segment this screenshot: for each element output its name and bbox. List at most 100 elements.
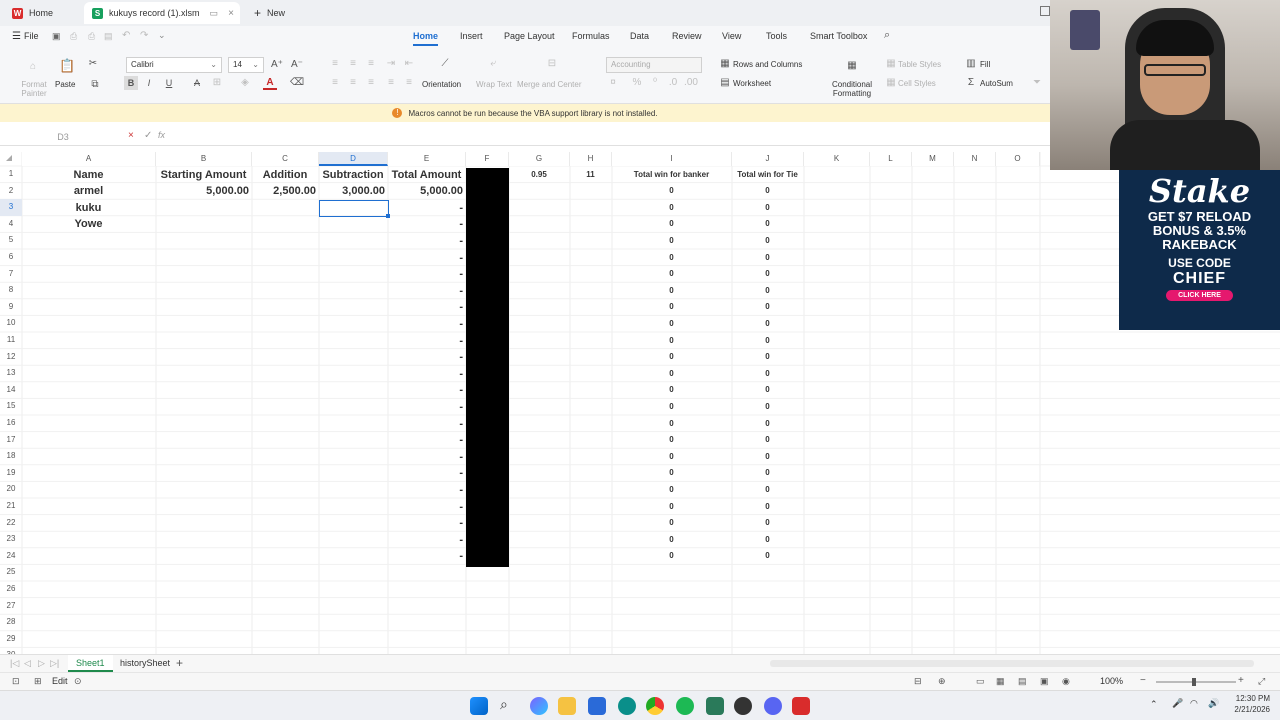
selected-cell-d3[interactable] xyxy=(319,200,389,217)
row-header-25[interactable]: 25 xyxy=(0,564,22,581)
cell-j13[interactable]: 0 xyxy=(734,366,801,382)
edge-icon[interactable] xyxy=(618,697,636,715)
header-total-win-tie[interactable]: Total win for Tie xyxy=(734,167,801,183)
fill-handle[interactable] xyxy=(386,214,390,218)
header-starting-amount[interactable]: Starting Amount xyxy=(158,167,249,183)
cell-styles-label[interactable]: Cell Styles xyxy=(898,79,936,88)
first-sheet-icon[interactable]: |◁ xyxy=(10,658,19,669)
cut-icon[interactable]: ✂ xyxy=(86,57,100,71)
file-tab[interactable]: S kukuys record (1).xlsm ▭ × xyxy=(84,2,240,24)
filter-icon[interactable]: ⏷ xyxy=(1030,76,1044,90)
obs-icon[interactable] xyxy=(734,697,752,715)
column-header-j[interactable]: J xyxy=(732,152,804,166)
cell-i20[interactable]: 0 xyxy=(614,482,729,498)
percent-icon[interactable]: % xyxy=(630,76,644,90)
cell-j12[interactable]: 0 xyxy=(734,349,801,365)
orientation-icon[interactable]: ⟋ xyxy=(438,57,452,71)
eye-protect-icon[interactable]: ⊟ xyxy=(914,676,922,687)
cell-e22[interactable]: - xyxy=(390,515,463,531)
ad-click-here-button[interactable]: CLICK HERE xyxy=(1166,290,1233,301)
spotify-icon[interactable] xyxy=(676,697,694,715)
cell-e12[interactable]: - xyxy=(390,349,463,365)
redo-icon[interactable]: ↷ xyxy=(140,30,148,41)
column-header-i[interactable]: I xyxy=(612,152,732,166)
cell-i15[interactable]: 0 xyxy=(614,399,729,415)
cell-j3[interactable]: 0 xyxy=(734,200,801,216)
cell-e19[interactable]: - xyxy=(390,465,463,481)
header-total-amount[interactable]: Total Amount xyxy=(390,167,463,183)
column-header-o[interactable]: O xyxy=(996,152,1040,166)
column-header-c[interactable]: C xyxy=(252,152,319,166)
table-styles-icon[interactable]: ▦ xyxy=(884,57,898,71)
column-header-e[interactable]: E xyxy=(388,152,466,166)
fill-color-icon[interactable]: ◈ xyxy=(238,76,252,90)
worksheet-label[interactable]: Worksheet xyxy=(733,79,771,88)
zoom-level[interactable]: 100% xyxy=(1100,676,1123,686)
cell-e21[interactable]: - xyxy=(390,499,463,515)
cell-e3[interactable]: - xyxy=(390,200,463,216)
row-header-22[interactable]: 22 xyxy=(0,515,22,532)
cell-e4[interactable]: - xyxy=(390,216,463,232)
column-header-g[interactable]: G xyxy=(509,152,570,166)
close-tab-icon[interactable]: × xyxy=(228,8,234,19)
align-middle-icon[interactable]: ≡ xyxy=(346,57,360,71)
column-header-n[interactable]: N xyxy=(954,152,996,166)
cell-e13[interactable]: - xyxy=(390,366,463,382)
orientation-label[interactable]: Orientation xyxy=(422,80,461,89)
file-explorer-icon[interactable] xyxy=(558,697,576,715)
fill-label[interactable]: Fill xyxy=(980,60,990,69)
worksheet-icon[interactable]: ▤ xyxy=(718,76,732,90)
cell-e9[interactable]: - xyxy=(390,299,463,315)
cell-j8[interactable]: 0 xyxy=(734,283,801,299)
align-bottom-icon[interactable]: ≡ xyxy=(364,57,378,71)
row-header-14[interactable]: 14 xyxy=(0,382,22,399)
fullscreen-icon[interactable]: ⤢ xyxy=(1258,676,1265,687)
font-color-icon[interactable]: A xyxy=(263,76,277,90)
row-header-21[interactable]: 21 xyxy=(0,498,22,515)
horizontal-scrollbar[interactable] xyxy=(770,660,1254,667)
number-format-select[interactable]: Accounting xyxy=(606,57,702,73)
row-header-15[interactable]: 15 xyxy=(0,398,22,415)
row-header-3[interactable]: 3 xyxy=(0,199,22,216)
row-header-7[interactable]: 7 xyxy=(0,266,22,283)
header-addition[interactable]: Addition xyxy=(254,167,316,183)
row-header-10[interactable]: 10 xyxy=(0,315,22,332)
italic-button[interactable]: I xyxy=(142,76,156,90)
column-header-d[interactable]: D xyxy=(319,152,388,166)
cell-e11[interactable]: - xyxy=(390,333,463,349)
cell-j20[interactable]: 0 xyxy=(734,482,801,498)
comma-icon[interactable]: ⁰ xyxy=(648,76,662,90)
cell-e24[interactable]: - xyxy=(390,548,463,564)
prev-sheet-icon[interactable]: ◁ xyxy=(24,658,31,669)
underline-button[interactable]: U xyxy=(162,76,176,90)
zoom-in-icon[interactable]: + xyxy=(1238,675,1244,686)
column-header-h[interactable]: H xyxy=(570,152,612,166)
search-taskbar-icon[interactable]: ⌕ xyxy=(500,696,508,713)
cell-i9[interactable]: 0 xyxy=(614,299,729,315)
clock-date[interactable]: 2/21/2026 xyxy=(1222,705,1270,714)
zoom-out-icon[interactable]: − xyxy=(1140,675,1146,686)
row-header-1[interactable]: 1 xyxy=(0,166,22,183)
decrease-decimal-icon[interactable]: .00 xyxy=(684,76,698,90)
cell-a3[interactable]: kuku xyxy=(24,200,153,216)
paste-label[interactable]: Paste xyxy=(55,80,75,89)
cell-j14[interactable]: 0 xyxy=(734,382,801,398)
cell-i6[interactable]: 0 xyxy=(614,250,729,266)
cell-j21[interactable]: 0 xyxy=(734,499,801,515)
row-header-23[interactable]: 23 xyxy=(0,531,22,548)
cell-i2[interactable]: 0 xyxy=(614,183,729,199)
row-header-28[interactable]: 28 xyxy=(0,614,22,631)
tab-smart-toolbox[interactable]: Smart Toolbox xyxy=(810,31,867,41)
distribute-icon[interactable]: ≡ xyxy=(402,76,416,90)
tab-sheet1[interactable]: Sheet1 xyxy=(68,655,113,672)
cell-i4[interactable]: 0 xyxy=(614,216,729,232)
hamburger-icon[interactable]: ☰ xyxy=(12,31,21,42)
cell-j5[interactable]: 0 xyxy=(734,233,801,249)
cancel-icon[interactable]: × xyxy=(128,130,134,141)
decrease-font-icon[interactable]: A⁻ xyxy=(290,58,304,72)
table-styles-label[interactable]: Table Styles xyxy=(898,60,941,69)
status-icon[interactable]: ⊡ xyxy=(12,676,20,687)
rows-columns-icon[interactable]: ▦ xyxy=(718,57,732,71)
cell-j17[interactable]: 0 xyxy=(734,432,801,448)
cell-j22[interactable]: 0 xyxy=(734,515,801,531)
